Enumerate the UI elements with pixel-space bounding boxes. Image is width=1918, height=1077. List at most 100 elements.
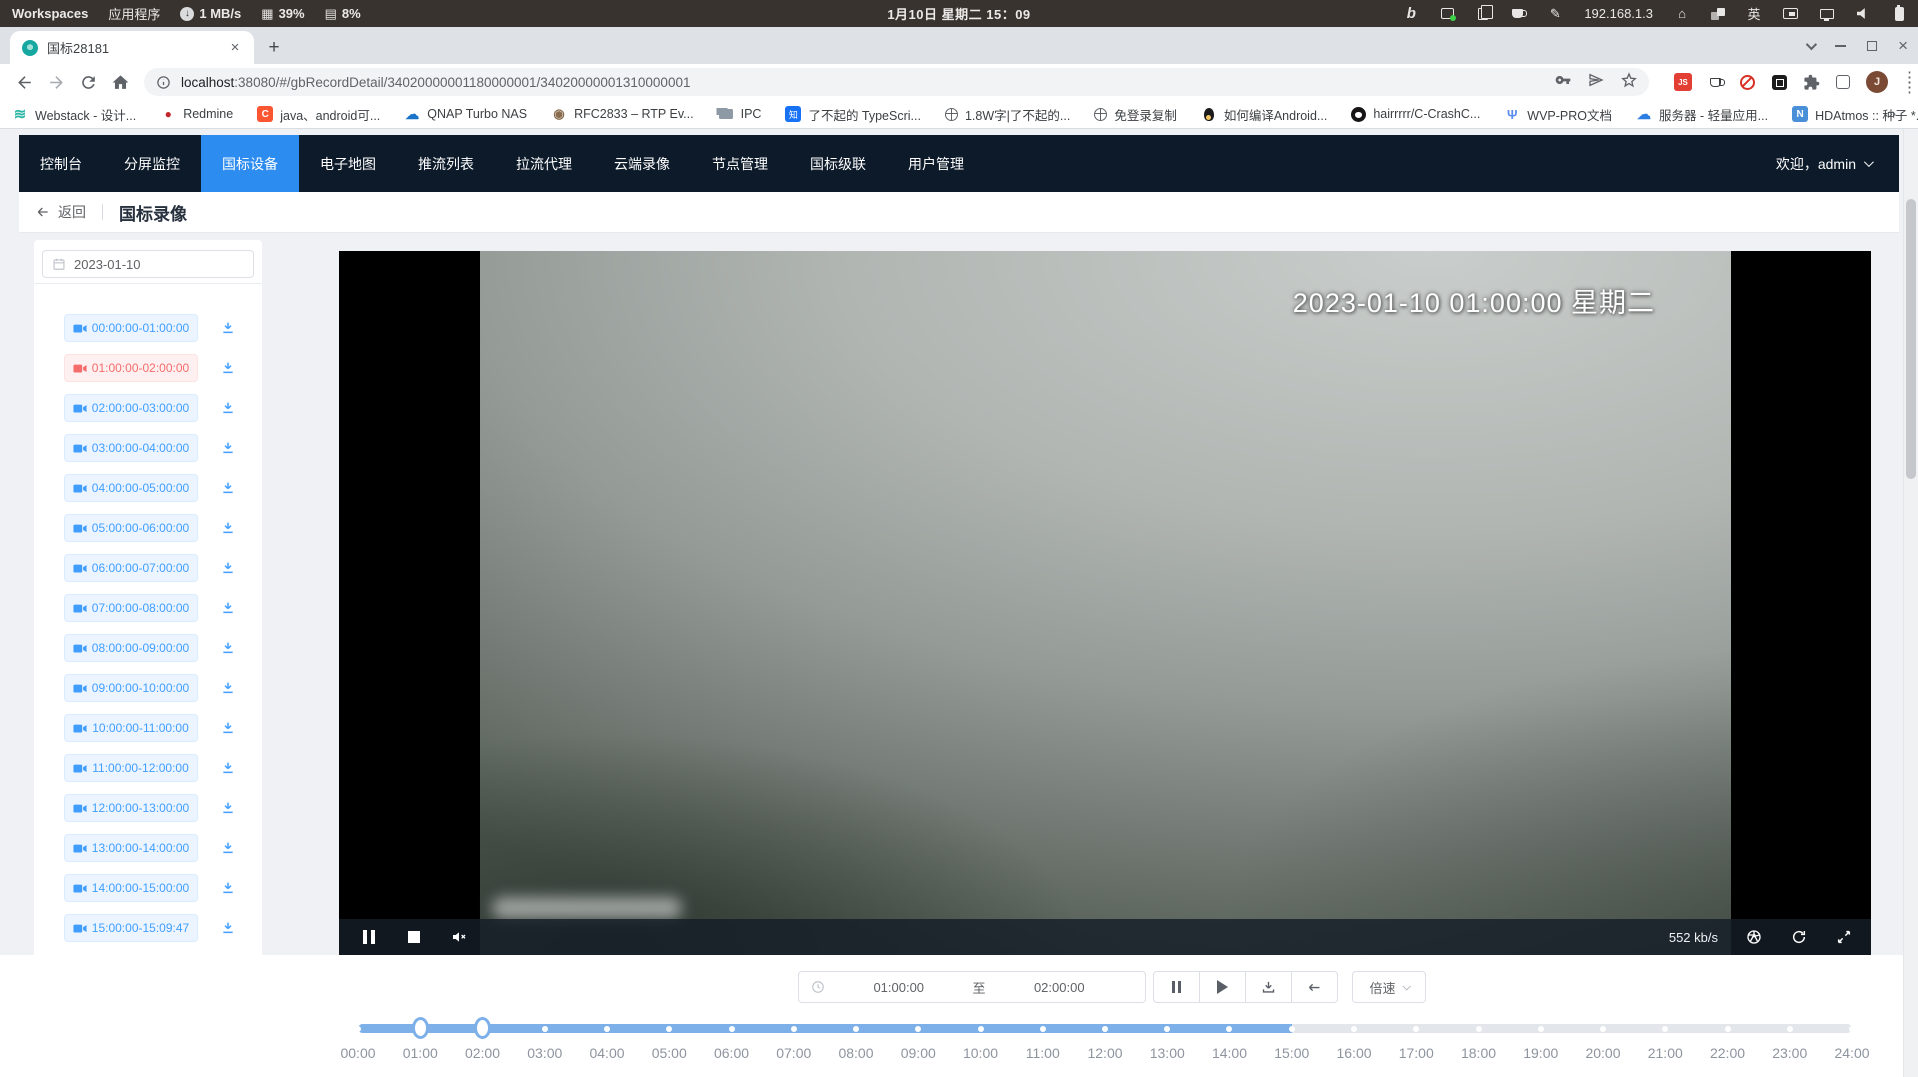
- recording-chip[interactable]: 01:00:00-02:00:00: [64, 354, 198, 382]
- nav-item[interactable]: 用户管理: [887, 135, 985, 192]
- bookmark-item[interactable]: QNAP Turbo NAS: [404, 106, 527, 122]
- applications-button[interactable]: 应用程序: [108, 4, 160, 23]
- recording-chip[interactable]: 15:00:00-15:09:47: [64, 914, 198, 942]
- side-panel-icon[interactable]: [1834, 73, 1852, 91]
- scrollbar-thumb[interactable]: [1906, 199, 1916, 479]
- bookmark-item[interactable]: RFC2833 – RTP Ev...: [551, 106, 694, 122]
- bookmark-item[interactable]: hairrrrr/C-CrashC...: [1351, 107, 1480, 122]
- bookmark-item[interactable]: IPC: [718, 106, 762, 122]
- back-button[interactable]: [12, 70, 36, 94]
- recording-chip[interactable]: 07:00:00-08:00:00: [64, 594, 198, 622]
- volume-icon[interactable]: [1856, 6, 1870, 22]
- download-recording-button[interactable]: [217, 317, 239, 339]
- download-recording-button[interactable]: [217, 357, 239, 379]
- monitor-icon[interactable]: [1820, 6, 1834, 22]
- bookmark-star-icon[interactable]: [1621, 72, 1637, 93]
- ip-address[interactable]: 192.168.1.3: [1584, 6, 1653, 22]
- nav-item[interactable]: 电子地图: [299, 135, 397, 192]
- clock[interactable]: 1月10日 星期二 15：09: [887, 4, 1030, 23]
- forward-button[interactable]: [44, 70, 68, 94]
- window-close-button[interactable]: ×: [1898, 41, 1908, 51]
- recording-chip[interactable]: 12:00:00-13:00:00: [64, 794, 198, 822]
- workspaces-button[interactable]: Workspaces: [12, 6, 88, 21]
- site-info-icon[interactable]: [156, 75, 171, 90]
- bookmark-item[interactable]: 服务器 - 轻量应用...: [1636, 105, 1768, 124]
- recording-chip[interactable]: 06:00:00-07:00:00: [64, 554, 198, 582]
- download-recording-button[interactable]: [217, 437, 239, 459]
- bookmark-item[interactable]: HDAtmos :: 种子 *...: [1792, 105, 1918, 124]
- dual-display-icon[interactable]: [1783, 6, 1798, 22]
- download-recording-button[interactable]: [217, 477, 239, 499]
- playback-speed-button[interactable]: 倍速: [1352, 971, 1426, 1003]
- nav-item[interactable]: 拉流代理: [495, 135, 593, 192]
- bookmark-item[interactable]: java、android可...: [257, 105, 380, 124]
- nav-item[interactable]: 节点管理: [691, 135, 789, 192]
- bookmark-item[interactable]: Webstack - 设计...: [12, 105, 136, 124]
- recording-chip[interactable]: 13:00:00-14:00:00: [64, 834, 198, 862]
- reload-button[interactable]: [76, 70, 100, 94]
- date-picker[interactable]: [42, 250, 254, 278]
- url-bar[interactable]: localhost:38080/#/gbRecordDetail/3402000…: [144, 68, 1649, 96]
- js-extension-icon[interactable]: JS: [1674, 73, 1692, 91]
- player-refresh-icon[interactable]: [1790, 928, 1808, 946]
- bookmark-item[interactable]: 1.8W字|了不起的...: [945, 105, 1070, 124]
- end-time-input[interactable]: [986, 980, 1134, 995]
- window-maximize-button[interactable]: [1867, 41, 1877, 51]
- start-time-input[interactable]: [825, 980, 973, 995]
- browser-tab[interactable]: 国标28181 ×: [10, 31, 254, 64]
- nav-item[interactable]: 推流列表: [397, 135, 495, 192]
- player-pause-icon[interactable]: [360, 928, 378, 946]
- bookmark-item[interactable]: WVP-PRO文档: [1504, 105, 1612, 124]
- snapshot-aperture-icon[interactable]: [1745, 928, 1763, 946]
- caffeine-icon[interactable]: [1512, 6, 1526, 22]
- password-key-icon[interactable]: [1555, 72, 1571, 93]
- back-link[interactable]: 返回: [35, 202, 86, 222]
- bookmark-item[interactable]: 免登录复制: [1094, 105, 1177, 124]
- home-icon[interactable]: ⌂: [1675, 6, 1689, 22]
- download-recording-button[interactable]: [217, 557, 239, 579]
- bookmark-item[interactable]: 如何编译Android...: [1201, 105, 1328, 124]
- bookmark-item[interactable]: 了不起的 TypeScri...: [785, 105, 921, 124]
- cup-extension-icon[interactable]: [1706, 73, 1724, 91]
- extensions-puzzle-icon[interactable]: [1802, 73, 1820, 91]
- download-range-button[interactable]: [1245, 971, 1292, 1003]
- download-recording-button[interactable]: [217, 797, 239, 819]
- recording-chip[interactable]: 09:00:00-10:00:00: [64, 674, 198, 702]
- page-scrollbar[interactable]: [1903, 129, 1918, 1077]
- nav-item[interactable]: 国标设备: [201, 135, 299, 192]
- recording-chip[interactable]: 05:00:00-06:00:00: [64, 514, 198, 542]
- recording-chip[interactable]: 04:00:00-05:00:00: [64, 474, 198, 502]
- color-picker-icon[interactable]: ✎: [1548, 6, 1562, 22]
- new-tab-button[interactable]: +: [262, 36, 286, 60]
- seek-back-button[interactable]: [1291, 971, 1338, 1003]
- nav-item[interactable]: 分屏监控: [103, 135, 201, 192]
- download-recording-button[interactable]: [217, 637, 239, 659]
- share-icon[interactable]: [1588, 72, 1604, 93]
- video-player[interactable]: 2023-01-10 01:00:00 星期二 552 kb/s: [339, 251, 1871, 955]
- timeline-handle[interactable]: [412, 1017, 429, 1039]
- browser-profile-avatar[interactable]: J: [1866, 71, 1888, 93]
- adblock-extension-icon[interactable]: [1738, 73, 1756, 91]
- workspace-switcher-icon[interactable]: [1711, 6, 1725, 22]
- timeline-handle[interactable]: [474, 1017, 491, 1039]
- input-method-indicator[interactable]: 英: [1747, 6, 1761, 22]
- recording-chip[interactable]: 10:00:00-11:00:00: [64, 714, 198, 742]
- tab-close-icon[interactable]: ×: [226, 39, 244, 57]
- recording-chip[interactable]: 00:00:00-01:00:00: [64, 314, 198, 342]
- player-mute-icon[interactable]: [450, 928, 468, 946]
- nav-item[interactable]: 控制台: [19, 135, 103, 192]
- download-recording-button[interactable]: [217, 757, 239, 779]
- download-recording-button[interactable]: [217, 677, 239, 699]
- clipboard-icon[interactable]: [1476, 6, 1490, 22]
- fullscreen-icon[interactable]: [1835, 928, 1853, 946]
- nav-item[interactable]: 云端录像: [593, 135, 691, 192]
- bookmarks-overflow-button[interactable]: »: [1888, 105, 1896, 121]
- player-stop-icon[interactable]: [405, 928, 423, 946]
- download-recording-button[interactable]: [217, 717, 239, 739]
- nav-item[interactable]: 国标级联: [789, 135, 887, 192]
- recording-chip[interactable]: 11:00:00-12:00:00: [64, 754, 198, 782]
- battery-icon[interactable]: [1892, 6, 1906, 22]
- browser-menu-icon[interactable]: ⋮⋮⋮: [1902, 75, 1908, 90]
- recording-chip[interactable]: 14:00:00-15:00:00: [64, 874, 198, 902]
- timeline-slider[interactable]: 00:0001:0002:0003:0004:0005:0006:0007:00…: [358, 1011, 1852, 1073]
